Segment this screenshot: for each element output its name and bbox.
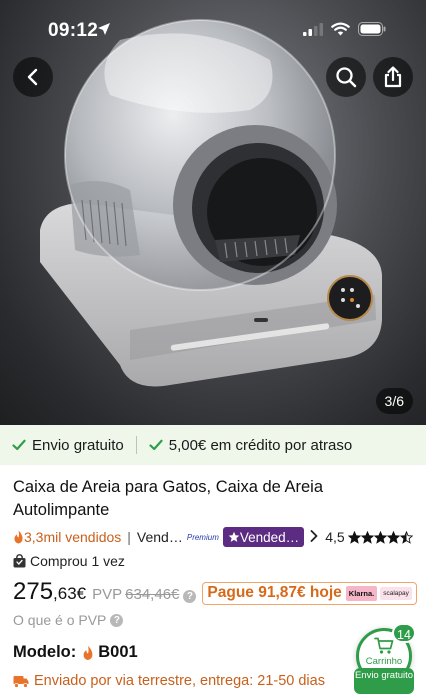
sold-count: 3,3mil vendidos <box>13 529 121 545</box>
rating-star-icon <box>360 530 374 544</box>
star-seller-badge[interactable]: Vended… <box>222 527 305 547</box>
shopping-cart-icon <box>374 637 394 654</box>
sold-count-text: 3,3mil vendidos <box>24 529 122 545</box>
free-shipping-text: Envio gratuito <box>32 436 124 454</box>
image-page-counter: 3/6 <box>375 388 413 414</box>
delay-credit-benefit[interactable]: 5,00€ em crédito por atraso <box>149 437 352 454</box>
divider <box>135 436 137 454</box>
battery-icon <box>358 22 386 36</box>
product-meta-row: 3,3mil vendidos | Vend… Premium Vended… … <box>13 526 418 548</box>
checkmark-icon <box>12 439 26 451</box>
shopping-bag-icon <box>13 554 26 568</box>
status-time: 09:12 <box>48 20 99 41</box>
purchase-history: Comprou 1 vez <box>13 553 125 569</box>
info-icon[interactable]: ? <box>183 590 197 603</box>
product-image <box>40 19 382 387</box>
info-icon: ? <box>110 613 124 627</box>
rating-star-icon <box>373 530 387 544</box>
location-arrow-icon <box>97 22 111 41</box>
cart-count-badge: 14 <box>392 623 416 643</box>
free-shipping-benefit[interactable]: Envio gratuito <box>12 437 124 454</box>
seller-name[interactable]: Vend… <box>137 529 183 545</box>
cart-button[interactable]: Carrinho 14 Envio gratuito <box>354 623 416 696</box>
whats-pvp-link[interactable]: O que é o PVP ? <box>13 612 129 628</box>
pvp-value: 634,46€ <box>125 586 180 603</box>
checkmark-icon <box>149 439 163 451</box>
back-button[interactable] <box>13 57 53 97</box>
whats-pvp-text: O que é o PVP <box>13 612 107 628</box>
product-image-gallery[interactable]: 09:12 3/6 <box>0 0 426 425</box>
rating-stars[interactable] <box>347 530 413 544</box>
star-icon <box>228 531 240 542</box>
seller-badge: Premium <box>186 532 219 542</box>
pvp-label: PVP <box>92 586 123 603</box>
star-seller-text: Vended… <box>239 529 300 545</box>
shipping-text: Enviado por via terrestre, entrega: 21-5… <box>34 673 325 689</box>
cart-free-shipping-pill: Envio gratuito <box>354 668 414 694</box>
klarna-logo: Klarna. <box>345 585 378 601</box>
search-button[interactable] <box>326 57 366 97</box>
delay-credit-text: 5,00€ em crédito por atraso <box>168 436 353 454</box>
cellular-signal-icon <box>303 22 323 36</box>
shipping-info[interactable]: Enviado por via terrestre, entrega: 21-5… <box>13 670 353 692</box>
cart-label: Carrinho <box>365 656 403 667</box>
purchase-history-text: Comprou 1 vez <box>30 553 125 569</box>
price-row: 275 ,63€ PVP 634,46€ ? Pague 91,87€ hoje… <box>13 578 418 608</box>
rating-star-icon <box>386 530 400 544</box>
rating-star-icon <box>347 530 361 544</box>
flame-icon <box>83 645 93 660</box>
share-button[interactable] <box>373 57 413 97</box>
product-title: Caixa de Areia para Gatos, Caixa de Arei… <box>13 478 324 519</box>
benefits-banner[interactable]: Envio gratuito 5,00€ em crédito por atra… <box>0 425 426 465</box>
price-integer: 275 <box>13 578 54 605</box>
installment-payment-box[interactable]: Pague 91,87€ hoje Klarna. scalapay <box>202 581 417 605</box>
chevron-right-icon[interactable] <box>310 529 318 546</box>
share-icon <box>384 66 402 88</box>
rating-value: 4,5 <box>325 529 345 545</box>
model-value: B001 <box>98 643 138 661</box>
status-bar: 09:12 <box>0 0 426 56</box>
model-label: Modelo: <box>13 643 77 661</box>
status-icons <box>303 22 386 36</box>
separator: | <box>127 529 131 545</box>
scalapay-logo: scalapay <box>380 586 412 600</box>
truck-icon <box>13 675 29 688</box>
search-icon <box>336 67 357 88</box>
chevron-left-icon <box>27 68 38 86</box>
flame-icon <box>14 530 23 544</box>
model-selector[interactable]: Modelo: B001 <box>13 643 138 662</box>
pay-today-text: Pague 91,87€ hoje <box>207 584 342 601</box>
wifi-icon <box>331 22 350 36</box>
rating-star-icon <box>399 530 413 544</box>
price-decimal: ,63€ <box>53 584 87 603</box>
